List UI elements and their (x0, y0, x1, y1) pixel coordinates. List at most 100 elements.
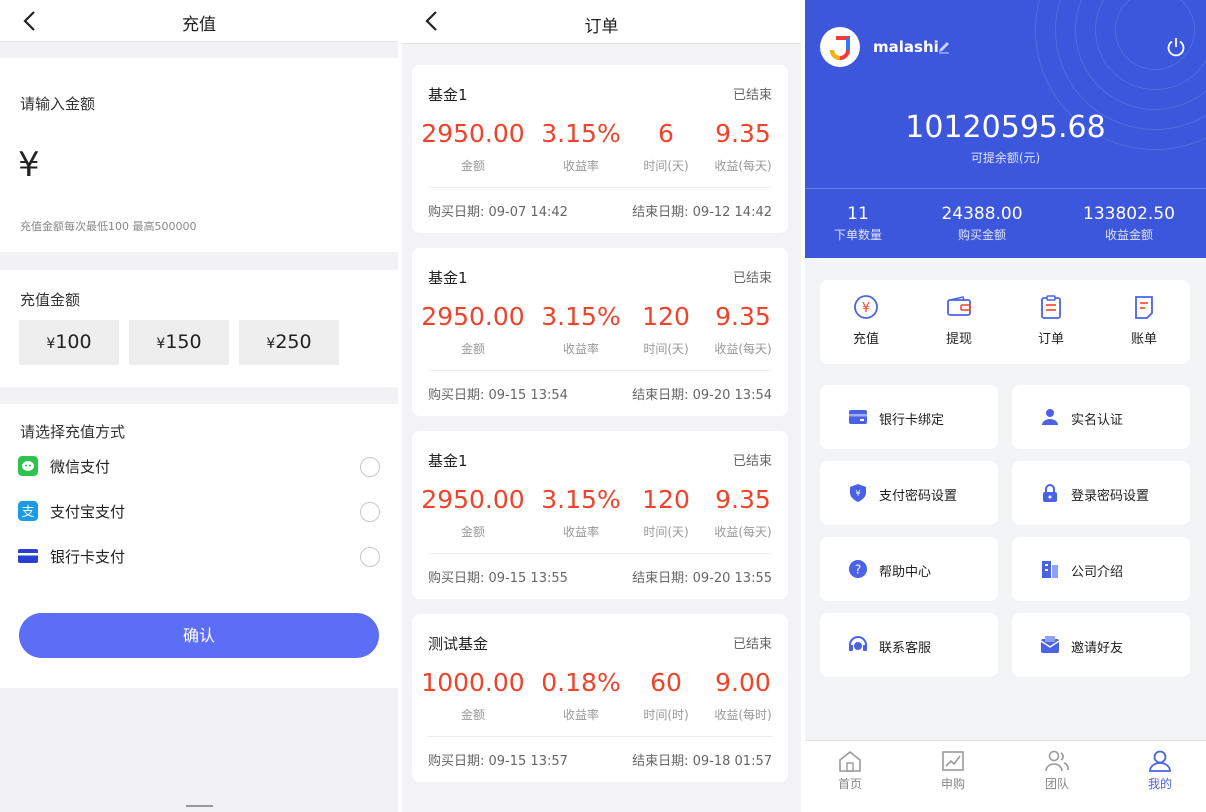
menu-bank-card[interactable]: 银行卡绑定 (820, 385, 998, 449)
tab-label: 我的 (1147, 777, 1172, 791)
payment-wechat[interactable]: 微信支付 (18, 454, 380, 480)
payment-alipay[interactable]: 支 支付宝支付 (18, 499, 380, 525)
fund-name: 基金1 (428, 452, 468, 470)
stat-purchase-amount: 24388.00 购买金额 (917, 204, 1047, 243)
menu-pay-password[interactable]: ¥ 支付密码设置 (820, 461, 998, 525)
tab-subscribe[interactable]: 申购 (913, 749, 993, 792)
shield-icon: ¥ (850, 484, 866, 502)
payment-radio[interactable] (360, 457, 380, 477)
payment-name: 微信支付 (50, 458, 111, 476)
quick-label: 提现 (945, 332, 972, 347)
confirm-button[interactable]: 确认 (19, 613, 379, 658)
user-profile-icon (1149, 750, 1171, 772)
payment-name: 支付宝支付 (50, 503, 126, 521)
menu-customer-service[interactable]: 联系客服 (820, 613, 998, 677)
menu-company-intro[interactable]: 公司介绍 (1012, 537, 1190, 601)
svg-text:¥: ¥ (862, 301, 870, 316)
balance-label: 可提余额(元) (970, 151, 1041, 165)
menu-help-center[interactable]: ? 帮助中心 (820, 537, 998, 601)
order-card[interactable]: 测试基金 已结束 1000.00 0.18% 60 9.00 金额 收益率 时间… (412, 614, 788, 782)
payment-radio[interactable] (360, 502, 380, 522)
menu-label: 公司介绍 (1071, 565, 1124, 580)
order-status: 已结束 (732, 88, 772, 103)
withdrawable-balance: 10120595.68 (905, 110, 1106, 145)
invite-mail-icon (1040, 636, 1060, 653)
payment-method-label: 请选择充值方式 (20, 423, 126, 441)
order-amount: 1000.00 (421, 668, 525, 697)
buy-date: 购买日期: 09-15 13:54 (428, 388, 568, 403)
quick-withdraw[interactable]: 提现 (924, 294, 994, 347)
order-card[interactable]: 基金1 已结束 2950.00 3.15% 6 9.35 金额 收益率 时间(天… (412, 65, 788, 233)
end-date: 结束日期: 09-20 13:55 (632, 571, 772, 586)
page-title: 充值 (182, 15, 216, 35)
menu-label: 联系客服 (879, 641, 932, 656)
tab-team[interactable]: 团队 (1017, 749, 1097, 792)
brand-logo-icon (830, 36, 850, 60)
quick-recharge[interactable]: ¥ 充值 (831, 294, 901, 347)
wallet-icon (947, 296, 971, 316)
team-icon (1045, 750, 1069, 772)
profile-header: malashi 10120595.68 可提余额(元) 11 下单数量 2438… (805, 0, 1206, 258)
recharge-screen: 充值 请输入金额 ¥ 充值金额每次最低100 最高500000 充值金额 ¥10… (0, 0, 398, 812)
end-date: 结束日期: 09-18 01:57 (632, 754, 772, 769)
orders-screen: 订单 基金1 已结束 2950.00 3.15% 6 9.35 金额 收益率 时… (402, 0, 801, 812)
preset-amount-label: 充值金额 (20, 291, 81, 309)
stat-order-count: 11 下单数量 (805, 204, 923, 243)
svg-text:支: 支 (21, 505, 34, 520)
quick-label: 账单 (1130, 332, 1157, 347)
menu-identity-verify[interactable]: 实名认证 (1012, 385, 1190, 449)
order-amount: 2950.00 (421, 302, 525, 331)
bill-icon (1135, 296, 1153, 319)
amount-option-150[interactable]: ¥150 (129, 320, 229, 365)
tab-home[interactable]: 首页 (810, 749, 890, 792)
bottom-tab-bar: 首页 申购 团队 我的 (805, 740, 1206, 812)
stat-value: 11 (847, 204, 869, 224)
quick-orders[interactable]: 订单 (1016, 294, 1086, 347)
menu-invite-friends[interactable]: 邀请好友 (1012, 613, 1190, 677)
power-icon[interactable] (1165, 36, 1187, 58)
headset-icon (849, 636, 867, 651)
order-profit: 9.35 (715, 119, 771, 148)
card-divider (428, 187, 772, 188)
profit-caption: 收益(每时) (714, 708, 772, 722)
header-divider (805, 188, 1206, 189)
menu-login-password[interactable]: 登录密码设置 (1012, 461, 1190, 525)
stat-value: 24388.00 (941, 204, 1023, 224)
tab-label: 团队 (1044, 777, 1069, 791)
order-card[interactable]: 基金1 已结束 2950.00 3.15% 120 9.35 金额 收益率 时间… (412, 431, 788, 599)
fund-name: 基金1 (428, 86, 468, 104)
currency-symbol[interactable]: ¥ (18, 145, 40, 185)
alipay-icon: 支 (18, 501, 38, 521)
tab-mine[interactable]: 我的 (1120, 749, 1200, 792)
amount-input-label: 请输入金额 (20, 95, 96, 113)
amount-option-100[interactable]: ¥100 (19, 320, 119, 365)
page-title: 订单 (584, 17, 619, 37)
building-icon (1042, 561, 1058, 578)
profile-screen: malashi 10120595.68 可提余额(元) 11 下单数量 2438… (805, 0, 1206, 812)
edit-icon[interactable] (937, 40, 951, 54)
order-amount: 2950.00 (421, 485, 525, 514)
order-status: 已结束 (732, 454, 772, 469)
end-date: 结束日期: 09-20 13:54 (632, 388, 772, 403)
quick-bills[interactable]: 账单 (1109, 294, 1179, 347)
amount-value: 100 (55, 331, 92, 353)
stat-label: 收益金额 (1104, 228, 1153, 242)
amount-option-250[interactable]: ¥250 (239, 320, 339, 365)
buy-date: 购买日期: 09-15 13:57 (428, 754, 568, 769)
order-card[interactable]: 基金1 已结束 2950.00 3.15% 120 9.35 金额 收益率 时间… (412, 248, 788, 416)
avatar[interactable] (820, 27, 860, 67)
card-divider (428, 553, 772, 554)
profit-caption: 收益(每天) (714, 525, 772, 539)
card-divider (428, 736, 772, 737)
buy-date: 购买日期: 09-15 13:55 (428, 571, 568, 586)
payment-radio[interactable] (360, 547, 380, 567)
amount-caption: 金额 (460, 525, 485, 539)
svg-text:¥: ¥ (855, 489, 860, 498)
chart-trend-icon (942, 751, 964, 771)
amount-caption: 金额 (460, 708, 485, 722)
amount-caption: 金额 (460, 159, 485, 173)
tab-label: 申购 (940, 777, 965, 791)
orders-header: 订单 (402, 0, 801, 44)
payment-bankcard[interactable]: 银行卡支付 (18, 544, 380, 570)
menu-label: 登录密码设置 (1071, 489, 1150, 504)
